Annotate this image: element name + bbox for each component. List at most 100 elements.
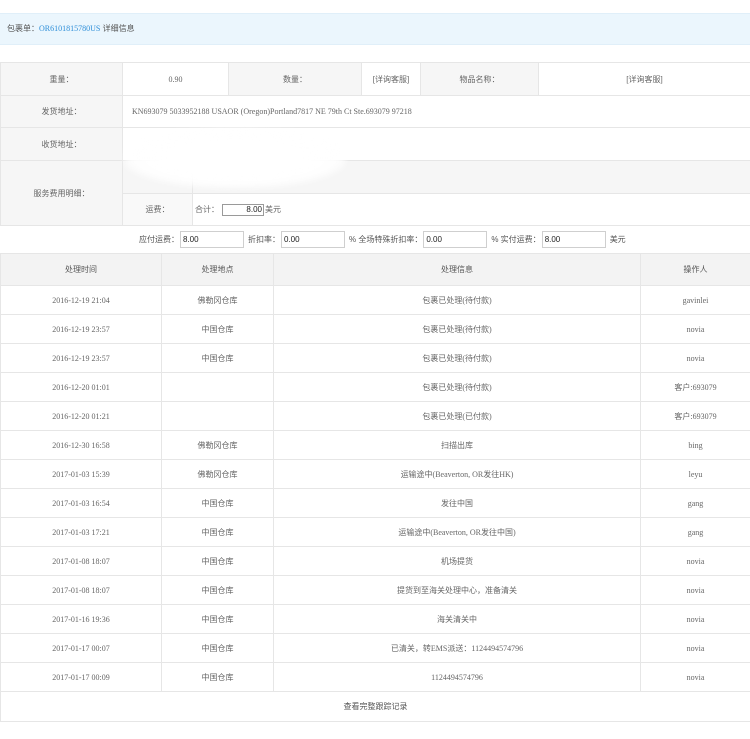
ship-from-label: 发货地址：: [0, 95, 123, 128]
tracking-footer: 查看完整跟踪记录: [0, 691, 750, 722]
total-input[interactable]: [222, 203, 264, 216]
tracking-place-cell: [161, 401, 274, 431]
tracking-info-cell: 包裹已处理(已付款): [273, 401, 641, 431]
tracking-row: 2016-12-19 21:04 佛勒冈仓库 包裹已处理(待付款) gavinlei: [0, 285, 750, 315]
tracking-time-cell: 2016-12-20 01:21: [0, 401, 162, 431]
actual-freight-input[interactable]: [541, 230, 606, 248]
tracking-time-cell: 2017-01-16 19:36: [0, 604, 162, 634]
tracking-row: 2017-01-03 17:21 中国仓库 运输途中(Beaverton, OR发往…: [0, 517, 750, 547]
tracking-time-cell: 2017-01-17 00:07: [0, 633, 162, 663]
tracking-operator-cell: novia: [640, 546, 750, 576]
tracking-row: 2017-01-17 00:07 中国仓库 已清关，转EMS派送：112449457…: [0, 633, 750, 663]
special-discount-input[interactable]: [423, 230, 488, 248]
info-row-service-fees: 服务费用明细： 运费： 合计： 美元: [0, 160, 750, 226]
column-header-place: 处理地点: [161, 253, 274, 286]
tracking-place-cell: 中国仓库: [161, 314, 274, 344]
tracking-operator-cell: novia: [640, 604, 750, 634]
tracking-operator-cell: novia: [640, 633, 750, 663]
tracking-time-cell: 2016-12-19 23:57: [0, 343, 162, 373]
info-row-ship-to: 收货地址：: [0, 127, 750, 161]
payable-freight-input[interactable]: [180, 230, 244, 248]
tracking-time-cell: 2017-01-03 15:39: [0, 459, 162, 489]
quantity-value: [详询客服]: [361, 62, 421, 96]
quantity-label: 数量：: [228, 62, 362, 96]
view-full-tracking-link[interactable]: 查看完整跟踪记录: [0, 691, 750, 722]
currency-unit: 美元: [609, 234, 626, 244]
tracking-operator-cell: gang: [640, 488, 750, 518]
tracking-info-cell: 海关清关中: [273, 604, 641, 634]
tracking-row: 2016-12-19 23:57 中国仓库 包裹已处理(待付款) novia: [0, 343, 750, 373]
tracking-row: 2017-01-08 18:07 中国仓库 提货到至海关处理中心，准备清关 novia: [0, 575, 750, 605]
tracking-info-cell: 包裹已处理(待付款): [273, 343, 641, 373]
tracking-place-cell: 中国仓库: [161, 343, 274, 373]
tracking-row: 2016-12-20 01:01 包裹已处理(待付款) 客户:693079: [0, 372, 750, 402]
tracking-operator-cell: 客户:693079: [640, 401, 750, 431]
tracking-info-cell: 提货到至海关处理中心，准备清关: [273, 575, 641, 605]
tracking-place-cell: [161, 372, 274, 402]
tracking-time-cell: 2016-12-30 16:58: [0, 430, 162, 460]
tracking-operator-cell: gang: [640, 517, 750, 547]
tracking-place-cell: 中国仓库: [161, 575, 274, 605]
tracking-operator-cell: bing: [640, 430, 750, 460]
tracking-time-cell: 2016-12-20 01:01: [0, 372, 162, 402]
column-header-operator: 操作人: [640, 253, 750, 286]
tracking-place-cell: 佛勒冈仓库: [161, 430, 274, 460]
tracking-info-cell: 运输途中(Beaverton, OR发往HK): [273, 459, 641, 489]
weight-label: 重量：: [0, 62, 123, 96]
tracking-row: 2017-01-16 19:36 中国仓库 海关清关中 novia: [0, 604, 750, 634]
tracking-row: 2016-12-19 23:57 中国仓库 包裹已处理(待付款) novia: [0, 314, 750, 344]
tracking-info-cell: 包裹已处理(待付款): [273, 314, 641, 344]
ship-to-label: 收货地址：: [0, 127, 123, 161]
fee-detail-row-freight: 运费： 合计： 美元: [123, 194, 750, 225]
payable-freight-label: 应付运费：: [139, 234, 179, 244]
tracking-time-cell: 2017-01-03 17:21: [0, 517, 162, 547]
tracking-row: 2016-12-30 16:58 佛勒冈仓库 扫描出库 bing: [0, 430, 750, 460]
tracking-operator-cell: novia: [640, 662, 750, 692]
discount-rate-input[interactable]: [281, 230, 345, 248]
column-header-info: 处理信息: [273, 253, 641, 286]
tracking-row: 2016-12-20 01:21 包裹已处理(已付款) 客户:693079: [0, 401, 750, 431]
package-info-table: 重量： 0.90 数量： [详询客服] 物品名称： [详询客服] 发货地址： K…: [0, 62, 750, 226]
tracking-place-cell: 佛勒冈仓库: [161, 459, 274, 489]
tracking-operator-cell: novia: [640, 314, 750, 344]
column-header-time: 处理时间: [0, 253, 162, 286]
detail-info-label: 详细信息: [102, 24, 135, 33]
total-label: 合计：: [195, 205, 219, 214]
tracking-place-cell: 中国仓库: [161, 662, 274, 692]
tracking-row: 2017-01-03 15:39 佛勒冈仓库 运输途中(Beaverton, OR发…: [0, 459, 750, 489]
freight-total-cell: 合计： 美元: [193, 194, 750, 225]
item-name-value: [详询客服]: [538, 62, 750, 96]
info-row-weight: 重量： 0.90 数量： [详询客服] 物品名称： [详询客服]: [0, 62, 750, 96]
tracking-place-cell: 中国仓库: [161, 488, 274, 518]
tracking-operator-cell: novia: [640, 575, 750, 605]
tracking-info-cell: 扫描出库: [273, 430, 641, 460]
tracking-info-cell: 已清关，转EMS派送：1124494574796: [273, 633, 641, 663]
discount-rate-label: 折扣率：: [248, 234, 280, 244]
info-row-ship-from: 发货地址： KN693079 5033952188 USAOR (Oregon)…: [0, 95, 750, 128]
tracking-time-cell: 2017-01-08 18:07: [0, 546, 162, 576]
tracking-place-cell: 中国仓库: [161, 604, 274, 634]
tracking-info-cell: 运输途中(Beaverton, OR发往中国): [273, 517, 641, 547]
tracking-time-cell: 2016-12-19 21:04: [0, 285, 162, 315]
tracking-operator-cell: leyu: [640, 459, 750, 489]
actual-freight-label: % 实付运费：: [491, 234, 541, 244]
tracking-time-cell: 2017-01-03 16:54: [0, 488, 162, 518]
tracking-header-row: 处理时间 处理地点 处理信息 操作人: [0, 253, 750, 286]
tracking-operator-cell: 客户:693079: [640, 372, 750, 402]
weight-value: 0.90: [122, 62, 229, 96]
tracking-table: 处理时间 处理地点 处理信息 操作人 2016-12-19 21:04 佛勒冈仓库…: [0, 253, 750, 722]
tracking-info-cell: 1124494574796: [273, 662, 641, 692]
tracking-operator-cell: novia: [640, 343, 750, 373]
tracking-info-cell: 包裹已处理(待付款): [273, 372, 641, 402]
tracking-operator-cell: gavinlei: [640, 285, 750, 315]
ship-from-address: KN693079 5033952188 USAOR (Oregon)Portla…: [122, 95, 750, 128]
tracking-place-cell: 中国仓库: [161, 546, 274, 576]
tracking-time-cell: 2017-01-17 00:09: [0, 662, 162, 692]
tracking-info-cell: 包裹已处理(待付款): [273, 285, 641, 315]
tracking-body: 2016-12-19 21:04 佛勒冈仓库 包裹已处理(待付款) gavinlei 2…: [0, 285, 750, 692]
freight-label: 运费：: [123, 194, 193, 225]
item-name-label: 物品名称：: [420, 62, 539, 96]
tracking-row: 2017-01-17 00:09 中国仓库 1124494574796 novia: [0, 662, 750, 692]
tracking-place-cell: 中国仓库: [161, 517, 274, 547]
blurred-address-mask: [124, 128, 346, 188]
